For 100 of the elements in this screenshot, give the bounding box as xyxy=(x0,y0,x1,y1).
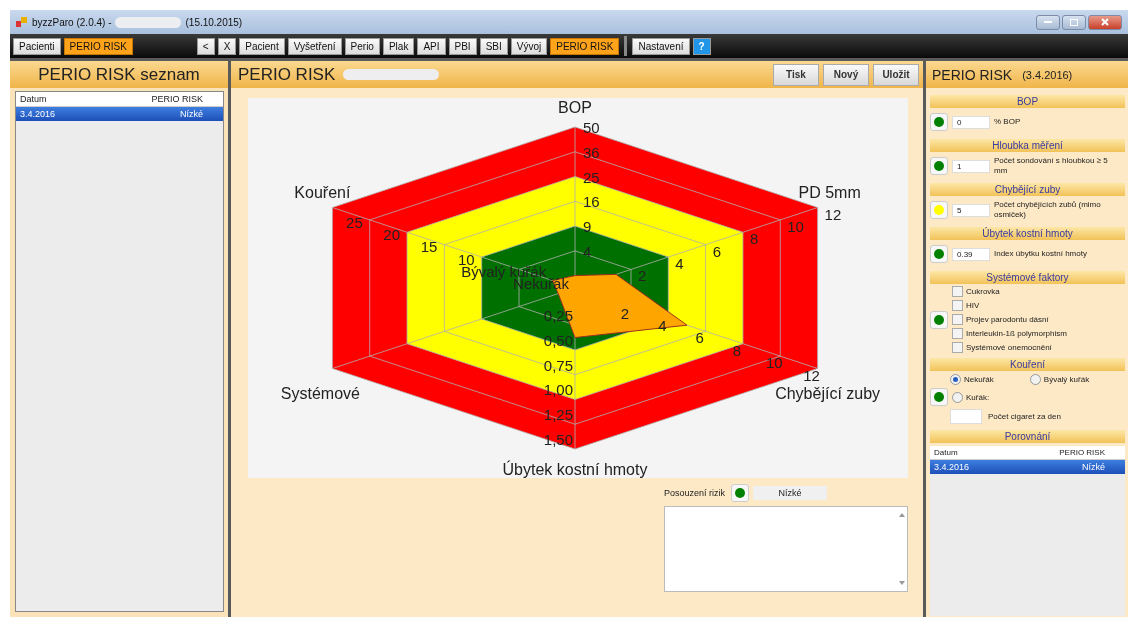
tick-label: 8 xyxy=(749,230,759,248)
checkbox-label: HIV xyxy=(966,301,980,310)
module-button[interactable]: PERIO RISK xyxy=(550,37,620,55)
module-button[interactable]: Plak xyxy=(382,37,415,55)
axis-label: Kouření xyxy=(294,183,351,201)
field-label: Počet chybějících zubů (mimo osmiček) xyxy=(994,200,1102,220)
field-label: Počet sondování s hloubkou ≥ 5 mm xyxy=(994,156,1109,176)
maximize-icon xyxy=(1070,18,1078,26)
axis-label: PD 5mm xyxy=(798,183,861,201)
module-button[interactable]: SBI xyxy=(479,37,508,55)
tick-label: 1,25 xyxy=(543,406,573,424)
minimize-icon xyxy=(1044,20,1052,24)
radio-button[interactable] xyxy=(952,391,963,403)
tick-label: 4 xyxy=(658,316,667,334)
column-header: Datum xyxy=(934,448,958,457)
assessment-value: Nízké xyxy=(753,486,828,500)
action-button[interactable]: Nový xyxy=(823,63,869,86)
checkbox[interactable] xyxy=(952,328,963,339)
module-button[interactable]: Perio xyxy=(344,37,380,55)
minimize-button[interactable] xyxy=(1036,14,1060,30)
tick-label: 20 xyxy=(383,225,401,243)
close-button[interactable] xyxy=(1088,14,1122,30)
tick-label: 10 xyxy=(765,354,783,372)
tick-label: 1,00 xyxy=(543,381,573,399)
nav-button[interactable]: < xyxy=(196,37,215,55)
scroll-down-icon xyxy=(899,581,905,585)
value-field[interactable]: 0 xyxy=(952,115,990,129)
tick-label: 6 xyxy=(712,242,721,260)
module-button[interactable]: Pacient xyxy=(239,37,285,55)
section-title: Chybějící zuby xyxy=(994,184,1061,195)
panel-title: PERIO RISK xyxy=(932,66,1013,83)
value-field[interactable]: 1 xyxy=(952,159,990,173)
table-row[interactable]: 3.4.2016 Nízké xyxy=(930,460,1125,474)
tick-label: 25 xyxy=(583,168,600,186)
axis-label: Chybějící zuby xyxy=(775,384,881,402)
tick-label: 50 xyxy=(583,119,600,136)
app-icon xyxy=(16,16,28,28)
toolbar-button[interactable]: PERIO RISK xyxy=(63,37,133,55)
assessment-label: Posouzení rizik xyxy=(664,488,726,498)
section-title: BOP xyxy=(1016,96,1039,107)
nav-button[interactable]: X xyxy=(217,37,237,55)
section-title: Porovnání xyxy=(1004,431,1051,442)
checkbox[interactable] xyxy=(952,342,963,353)
axis-label: Systémové xyxy=(280,384,360,402)
checkbox-label: Interleukin-1ß polymorphism xyxy=(966,329,1067,338)
tick-label: 16 xyxy=(583,193,600,211)
field-label: Index úbytku kostní hmoty xyxy=(994,249,1088,259)
cigarettes-field[interactable] xyxy=(950,409,982,424)
axis-label: BOP xyxy=(558,99,592,116)
toolbar-button[interactable]: Pacienti xyxy=(13,37,61,55)
notes-field[interactable] xyxy=(664,506,908,592)
tick-label: 1,50 xyxy=(543,431,573,448)
tick-label: 2 xyxy=(638,267,647,285)
section-title: Hloubka měření xyxy=(992,140,1063,151)
field-label: % BOP xyxy=(994,117,1022,127)
checkbox[interactable] xyxy=(952,286,963,297)
column-header: Datum xyxy=(20,94,47,104)
radio-button[interactable] xyxy=(1029,374,1041,385)
field-label: Počet cigaret za den xyxy=(988,412,1061,421)
radio-label: Nekuřák xyxy=(964,375,994,384)
panel-title: PERIO RISK seznam xyxy=(38,64,200,85)
scroll-up-icon xyxy=(899,513,905,517)
checkbox-label: Projev parodontu dásní xyxy=(966,315,1049,324)
section-title: Kouření xyxy=(1010,359,1045,370)
radio-button[interactable] xyxy=(950,374,961,385)
panel-date: (3.4.2016) xyxy=(1022,68,1073,81)
tick-label: 36 xyxy=(583,143,600,161)
close-icon xyxy=(1101,18,1109,26)
checkbox[interactable] xyxy=(952,314,963,325)
checkbox-label: Systémové onemocnění xyxy=(966,343,1052,352)
tick-label: 10 xyxy=(458,250,475,268)
maximize-button[interactable] xyxy=(1062,14,1086,30)
value-field[interactable]: 5 xyxy=(952,203,990,217)
tick-label: 6 xyxy=(695,329,704,347)
redacted-name-bar xyxy=(115,16,182,28)
settings-button[interactable]: Nastavení xyxy=(632,37,690,55)
tick-label: 10 xyxy=(787,217,804,235)
list-row[interactable]: 3.4.2016 Nízké xyxy=(16,107,223,121)
section-title: Úbytek kostní hmoty xyxy=(982,228,1073,239)
window-title: byzzParo (2.0.4) - xyxy=(32,16,112,28)
column-header: PERIO RISK xyxy=(151,94,203,104)
column-header: PERIO RISK xyxy=(1059,448,1105,457)
module-button[interactable]: PBI xyxy=(448,37,477,55)
value-field[interactable]: 0.39 xyxy=(952,247,990,261)
tick-label: 0,50 xyxy=(543,331,573,349)
checkbox[interactable] xyxy=(952,300,963,311)
action-button[interactable]: Uložit xyxy=(873,63,919,86)
tick-label: 12 xyxy=(824,205,842,223)
section-title: Systémové faktory xyxy=(986,272,1069,283)
action-button[interactable]: Tisk xyxy=(773,63,819,86)
axis-label: Úbytek kostní hmoty xyxy=(502,461,648,478)
tick-label: 4 xyxy=(675,255,684,273)
module-button[interactable]: Vyšetření xyxy=(287,37,342,55)
tick-label: 2 xyxy=(620,304,630,322)
panel-title: PERIO RISK xyxy=(238,64,336,85)
radio-label: Kuřák: xyxy=(966,392,990,402)
module-button[interactable]: Vývoj xyxy=(510,37,548,55)
module-button[interactable]: API xyxy=(417,37,446,55)
tick-label: 12 xyxy=(803,366,820,384)
tick-label: 25 xyxy=(346,213,363,231)
